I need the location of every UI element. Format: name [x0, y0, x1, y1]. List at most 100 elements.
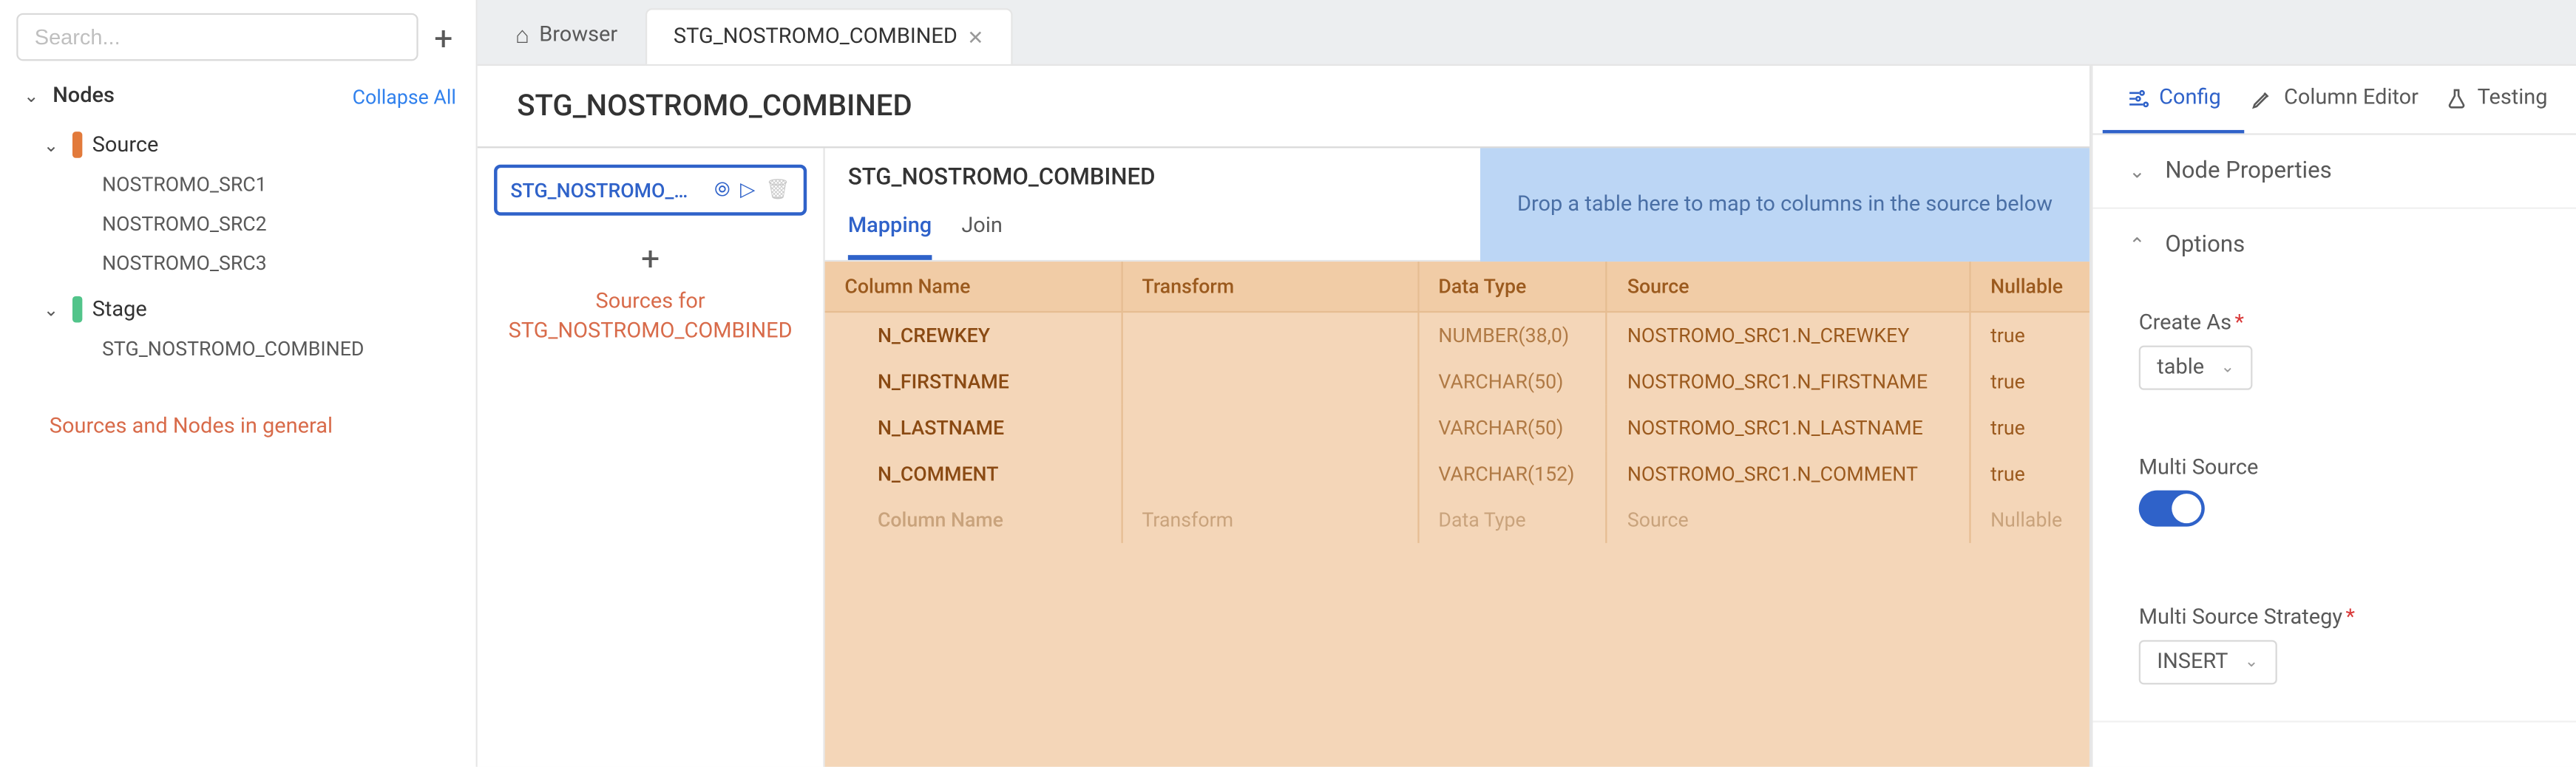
col-header-datatype[interactable]: Data Type [1418, 262, 1607, 312]
cell-transform[interactable]: Transform [1122, 497, 1418, 543]
accordion-label: Options [2165, 232, 2245, 259]
stage-marker-icon [72, 296, 82, 323]
cell-nullable: true [1970, 405, 2089, 451]
tree-group-label: Stage [92, 297, 147, 321]
tab-active-node[interactable]: STG_NOSTROMO_COMBINED ✕ [645, 8, 1011, 64]
chevron-down-icon: ⌄ [39, 134, 62, 155]
pencil-icon [2251, 86, 2274, 109]
cell-data-type: VARCHAR(50) [1418, 405, 1607, 451]
props-tab-label: Config [2159, 86, 2221, 110]
cell-column-name[interactable]: Column Name [825, 497, 1122, 543]
locate-icon[interactable]: ⦾ [714, 178, 730, 202]
chevron-down-icon[interactable]: ⌄ [20, 86, 43, 107]
subtab-mapping[interactable]: Mapping [848, 201, 932, 260]
sidebar: + ⌄ Nodes Collapse All ⌄ Source NOSTROMO… [0, 0, 478, 767]
cell-transform[interactable] [1122, 451, 1418, 497]
mapping-area: STG_NOSTROMO_COMBINED Mapping Join Drop … [823, 148, 2089, 766]
add-node-button[interactable]: + [427, 17, 459, 56]
table-row-placeholder[interactable]: Column NameTransformData TypeSourceNulla… [825, 497, 2089, 543]
main: ⌂ Browser STG_NOSTROMO_COMBINED ✕ STG_NO… [478, 0, 2576, 767]
mapping-title: STG_NOSTROMO_COMBINED [825, 148, 1480, 200]
accordion-node-properties[interactable]: ⌄ Node Properties [2092, 135, 2576, 208]
nodes-label: Nodes [52, 84, 115, 109]
cell-source: NOSTROMO_SRC1.N_COMMENT [1607, 451, 1970, 497]
col-header-source[interactable]: Source [1607, 262, 1970, 312]
flask-icon [2444, 86, 2467, 109]
page-title: STG_NOSTROMO_COMBINED [478, 66, 2089, 148]
source-marker-icon [72, 132, 82, 158]
tree-leaf[interactable]: NOSTROMO_SRC3 [39, 244, 475, 283]
select-value: INSERT [2157, 650, 2228, 675]
table-row[interactable]: N_FIRSTNAME VARCHAR(50)NOSTROMO_SRC1.N_FI… [825, 358, 2089, 404]
node-tree: ⌄ Source NOSTROMO_SRC1 NOSTROMO_SRC2 NOS… [0, 118, 476, 368]
chevron-down-icon: ⌄ [39, 299, 62, 320]
col-header-nullable[interactable]: Nullable [1970, 262, 2089, 312]
cell-source[interactable]: Source [1607, 497, 1970, 543]
cell-source: NOSTROMO_SRC1.N_LASTNAME [1607, 405, 1970, 451]
tab-label: STG_NOSTROMO_COMBINED [674, 24, 957, 49]
mapping-grid: Column Name Transform Data Type Source N… [825, 262, 2089, 543]
cell-data-type: VARCHAR(50) [1418, 358, 1607, 404]
table-row[interactable]: N_COMMENT VARCHAR(152)NOSTROMO_SRC1.N_COM… [825, 451, 2089, 497]
props-tab-label: Testing [2478, 86, 2548, 110]
cell-data-type[interactable]: Data Type [1418, 497, 1607, 543]
accordion-label: Node Properties [2165, 158, 2331, 185]
home-icon: ⌂ [515, 21, 529, 50]
field-label-multi-source: Multi Source [2139, 456, 2531, 480]
create-as-select[interactable]: table ⌄ [2139, 346, 2253, 390]
props-tab-column-editor[interactable]: Column Editor [2245, 66, 2425, 133]
props-tab-testing[interactable]: Testing [2425, 66, 2567, 133]
editor-tab-strip: ⌂ Browser STG_NOSTROMO_COMBINED ✕ [478, 0, 2576, 66]
select-value: table [2157, 355, 2204, 380]
search-input[interactable] [16, 13, 418, 61]
sources-column: STG_NOSTROMO_CO... ⦾ ▷ 🗑 + Sources for S… [478, 148, 824, 766]
sources-annotation: Sources for STG_NOSTROMO_COMBINED [494, 288, 807, 346]
source-card-name: STG_NOSTROMO_CO... [510, 179, 691, 202]
caret-down-icon: ⌄ [2220, 358, 2234, 376]
source-card[interactable]: STG_NOSTROMO_CO... ⦾ ▷ 🗑 [494, 165, 807, 216]
cell-data-type: VARCHAR(152) [1418, 451, 1607, 497]
collapse-all-button[interactable]: Collapse All [353, 85, 456, 108]
cell-nullable: true [1970, 358, 2089, 404]
drop-zone[interactable]: Drop a table here to map to columns in t… [1480, 148, 2089, 262]
chevron-up-icon: ⌃ [2126, 233, 2149, 256]
subtab-join[interactable]: Join [961, 201, 1003, 260]
cell-nullable: true [1970, 451, 2089, 497]
col-header-name[interactable]: Column Name [825, 262, 1122, 312]
cell-transform[interactable] [1122, 405, 1418, 451]
cell-column-name: N_LASTNAME [825, 405, 1122, 451]
sliders-icon [2126, 86, 2149, 109]
tree-leaf[interactable]: STG_NOSTROMO_COMBINED [39, 329, 475, 368]
tree-group-label: Source [92, 132, 159, 157]
cell-nullable[interactable]: Nullable [1970, 497, 2089, 543]
run-icon[interactable]: ▷ [740, 178, 756, 202]
accordion-options[interactable]: ⌃ Options [2092, 209, 2576, 282]
sidebar-annotation: Sources and Nodes in general [0, 415, 476, 439]
tree-group-stage[interactable]: ⌄ Stage [39, 290, 475, 329]
props-tab-config[interactable]: Config [2103, 66, 2245, 133]
add-source-button[interactable]: + [494, 239, 807, 278]
cell-source: NOSTROMO_SRC1.N_FIRSTNAME [1607, 358, 1970, 404]
tree-leaf[interactable]: NOSTROMO_SRC1 [39, 165, 475, 204]
table-row[interactable]: N_CREWKEYNUMBER(38,0)NOSTROMO_SRC1.N_CRE… [825, 312, 2089, 358]
cell-transform[interactable] [1122, 358, 1418, 404]
tree-leaf[interactable]: NOSTROMO_SRC2 [39, 204, 475, 243]
multi-source-strategy-select[interactable]: INSERT ⌄ [2139, 640, 2277, 684]
tab-browser[interactable]: ⌂ Browser [487, 5, 645, 64]
cell-data-type: NUMBER(38,0) [1418, 312, 1607, 358]
cell-column-name: N_FIRSTNAME [825, 358, 1122, 404]
props-tab-label: Column Editor [2284, 86, 2419, 110]
field-label-create-as: Create As* [2139, 311, 2531, 335]
cell-transform[interactable] [1122, 312, 1418, 358]
tab-label: Browser [539, 23, 617, 47]
multi-source-toggle[interactable] [2139, 491, 2205, 527]
table-row[interactable]: N_LASTNAME VARCHAR(50)NOSTROMO_SRC1.N_LAS… [825, 405, 2089, 451]
chevron-down-icon: ⌄ [2126, 160, 2149, 183]
close-icon[interactable]: ✕ [967, 26, 983, 49]
cell-column-name: N_COMMENT [825, 451, 1122, 497]
tree-group-source[interactable]: ⌄ Source [39, 125, 475, 164]
properties-panel: Config Column Editor Testing ⌄ [2091, 66, 2576, 767]
cell-source: NOSTROMO_SRC1.N_CREWKEY [1607, 312, 1970, 358]
col-header-transform[interactable]: Transform [1122, 262, 1418, 312]
delete-icon[interactable]: 🗑 [765, 178, 790, 202]
